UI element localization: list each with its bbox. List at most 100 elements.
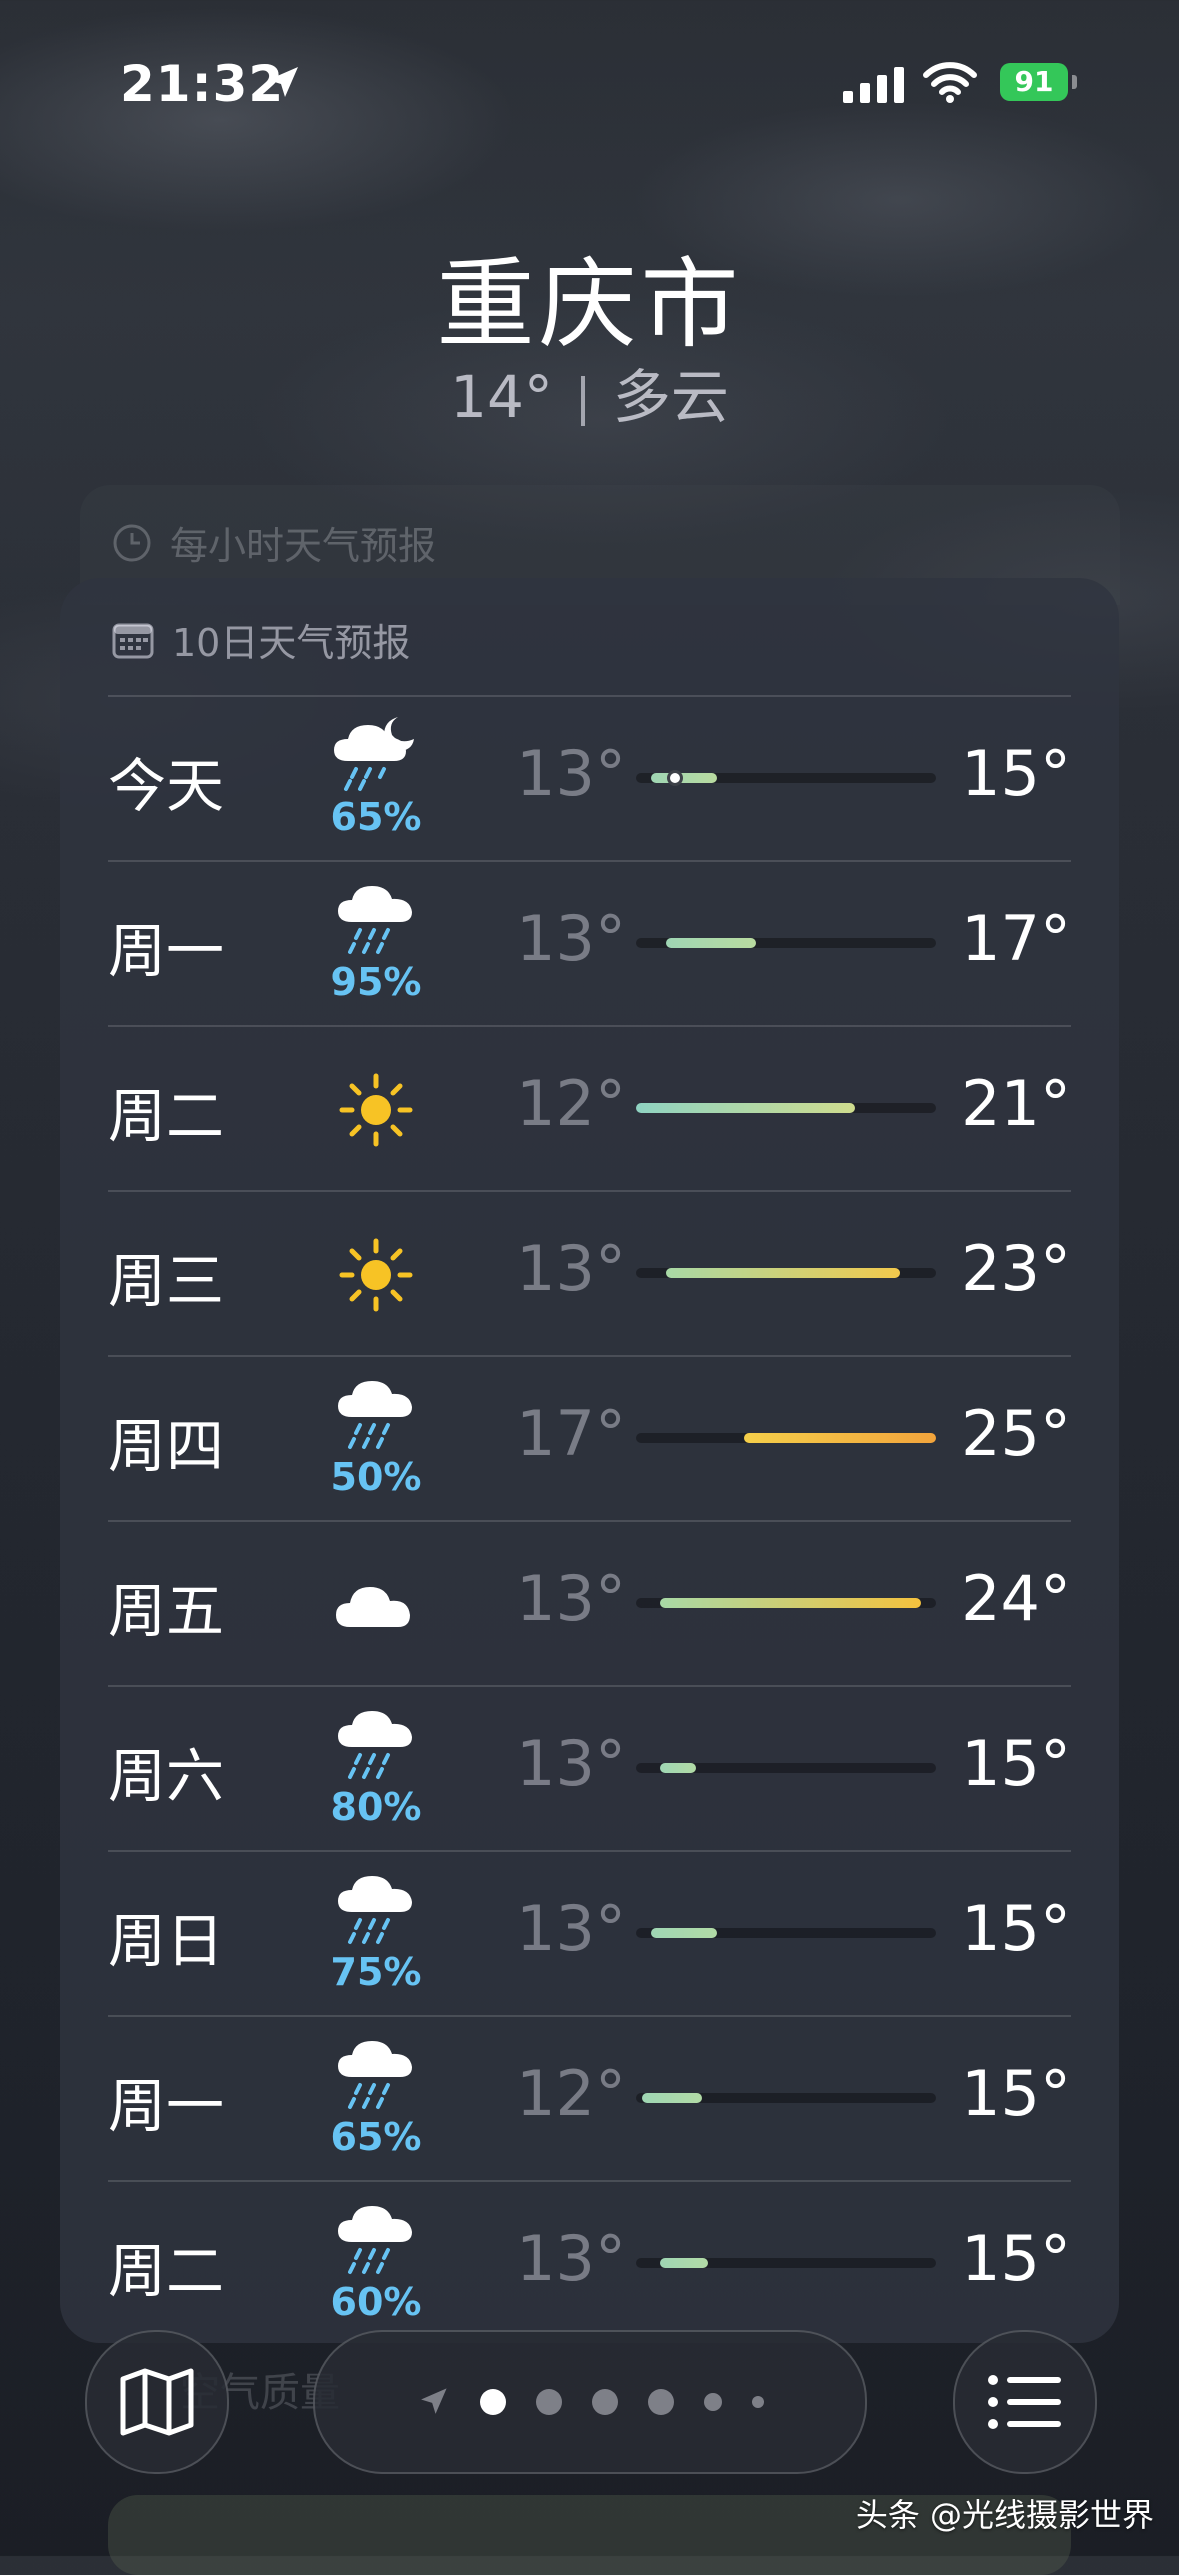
temperature-range-fill	[660, 1598, 921, 1608]
cloud-moon-rain-icon	[326, 713, 426, 793]
map-icon	[120, 2368, 194, 2436]
page-dot[interactable]	[480, 2389, 506, 2415]
temperature-range-track	[636, 1103, 936, 1113]
wifi-icon	[923, 62, 977, 103]
forecast-day: 周二	[108, 1082, 225, 1150]
precipitation-chance: 65%	[330, 2115, 422, 2159]
page-dot[interactable]	[648, 2389, 674, 2415]
forecast-row[interactable]: 周二 60% 13° 15°	[108, 2180, 1071, 2345]
city-list-button[interactable]	[953, 2330, 1097, 2474]
hourly-forecast-title: 每小时天气预报	[170, 524, 437, 568]
cloud-rain-icon	[326, 2033, 426, 2113]
page-indicator[interactable]	[313, 2330, 867, 2474]
current-condition: 多云	[612, 363, 729, 431]
battery-indicator: 91	[1000, 63, 1068, 101]
sun-icon	[326, 1235, 426, 1315]
temperature-range-fill	[642, 2093, 702, 2103]
forecast-row[interactable]: 周一 65% 12° 15°	[108, 2015, 1071, 2180]
cellular-signal-icon	[843, 65, 904, 103]
cloud-rain-icon	[326, 1373, 426, 1453]
temperature-range-track	[636, 1268, 936, 1278]
forecast-row[interactable]: 周日 75% 13° 15°	[108, 1850, 1071, 2015]
temperature-range-fill	[744, 1433, 936, 1443]
forecast-day: 周一	[108, 2072, 225, 2140]
current-temperature-marker	[667, 770, 683, 786]
divider	[580, 375, 585, 426]
precipitation-chance: 95%	[330, 960, 422, 1004]
temperature-range-track	[636, 1763, 936, 1773]
page-dot[interactable]	[592, 2389, 618, 2415]
low-temperature: 13°	[516, 1232, 626, 1305]
page-dot[interactable]	[536, 2389, 562, 2415]
temperature-range-track	[636, 938, 936, 948]
high-temperature: 23°	[961, 1232, 1071, 1305]
precipitation-chance: 80%	[330, 1785, 422, 1829]
high-temperature: 21°	[961, 1067, 1071, 1140]
page-dot[interactable]	[752, 2396, 764, 2408]
forecast-day: 周六	[108, 1742, 225, 1810]
forecast-day: 周四	[108, 1412, 225, 1480]
high-temperature: 17°	[961, 902, 1071, 975]
cloud-rain-icon	[326, 878, 426, 958]
cloud-rain-icon	[326, 1868, 426, 1948]
location-arrow-icon	[268, 67, 298, 97]
list-icon	[988, 2375, 1061, 2429]
high-temperature: 15°	[961, 737, 1071, 810]
forecast-day: 周一	[108, 917, 225, 985]
temperature-range-fill	[636, 1103, 855, 1113]
forecast-day: 今天	[108, 752, 225, 820]
low-temperature: 13°	[516, 1892, 626, 1965]
current-temperature: 14°	[450, 363, 553, 431]
city-name: 重庆市	[436, 248, 743, 362]
page-dot[interactable]	[704, 2393, 722, 2411]
forecast-row[interactable]: 周六 80% 13° 15°	[108, 1685, 1071, 1850]
precipitation-chance: 75%	[330, 1950, 422, 1994]
temperature-range-fill	[651, 773, 717, 783]
forecast-row[interactable]: 今天 65% 13° 15°	[108, 695, 1071, 860]
low-temperature: 17°	[516, 1397, 626, 1470]
forecast-day: 周五	[108, 1577, 225, 1645]
forecast-row[interactable]: 周四 50% 17° 25°	[108, 1355, 1071, 1520]
high-temperature: 25°	[961, 1397, 1071, 1470]
forecast-day: 周三	[108, 1247, 225, 1315]
cloud-icon	[326, 1565, 426, 1645]
ten-day-forecast-title: 10日天气预报	[172, 621, 411, 665]
temperature-range-fill	[660, 1763, 696, 1773]
low-temperature: 13°	[516, 2222, 626, 2295]
high-temperature: 15°	[961, 1727, 1071, 1800]
low-temperature: 13°	[516, 737, 626, 810]
temperature-range-track	[636, 1433, 936, 1443]
temperature-range-fill	[666, 1268, 900, 1278]
low-temperature: 13°	[516, 902, 626, 975]
temperature-range-track	[636, 1598, 936, 1608]
watermark: 头条 @光线摄影世界	[855, 2496, 1154, 2534]
forecast-row[interactable]: 周五 13° 24°	[108, 1520, 1071, 1685]
cloud-rain-icon	[326, 2198, 426, 2278]
hourly-forecast-header: 每小时天气预报	[112, 515, 436, 570]
forecast-row[interactable]: 周三 13° 23°	[108, 1190, 1071, 1355]
forecast-row[interactable]: 周一 95% 13° 17°	[108, 860, 1071, 1025]
calendar-icon	[112, 623, 154, 658]
low-temperature: 13°	[516, 1562, 626, 1635]
temperature-range-fill	[660, 2258, 708, 2268]
high-temperature: 15°	[961, 2222, 1071, 2295]
temperature-range-track	[636, 1928, 936, 1938]
temperature-range-track	[636, 2258, 936, 2268]
high-temperature: 24°	[961, 1562, 1071, 1635]
battery-nub	[1072, 75, 1077, 89]
low-temperature: 12°	[516, 2057, 626, 2130]
temperature-range-track	[636, 770, 936, 786]
forecast-day: 周二	[108, 2237, 225, 2305]
status-time: 21:32	[120, 55, 285, 113]
sun-icon	[326, 1070, 426, 1150]
cloud-rain-icon	[326, 1703, 426, 1783]
clock-icon	[113, 524, 151, 561]
temperature-range-fill	[666, 938, 756, 948]
temperature-range-fill	[651, 1928, 717, 1938]
precipitation-chance: 60%	[330, 2280, 422, 2324]
forecast-row[interactable]: 周二 12° 21°	[108, 1025, 1071, 1190]
high-temperature: 15°	[961, 1892, 1071, 1965]
map-button[interactable]	[85, 2330, 229, 2474]
precipitation-chance: 65%	[330, 795, 422, 839]
high-temperature: 15°	[961, 2057, 1071, 2130]
